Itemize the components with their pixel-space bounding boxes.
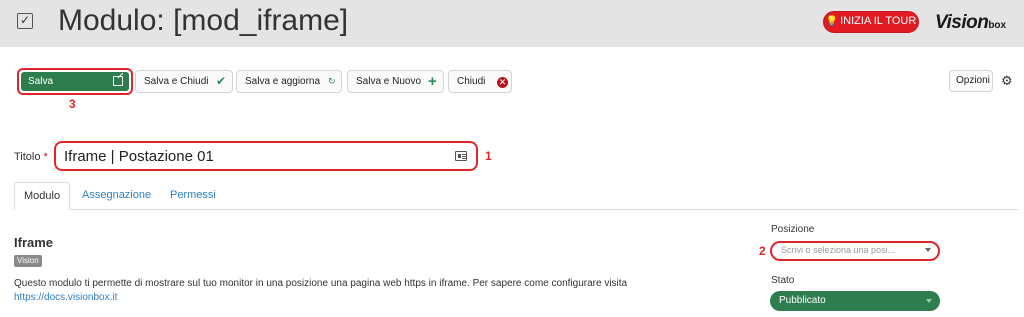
chevron-down-icon	[925, 248, 931, 252]
start-tour-button[interactable]: 💡 INIZIA IL TOUR	[823, 11, 919, 33]
module-description: Questo modulo ti permette di mostrare su…	[14, 278, 628, 289]
save-close-button[interactable]: Salva e Chiudi ✔	[135, 70, 233, 93]
state-select[interactable]: Pubblicato	[770, 291, 940, 311]
docs-link[interactable]: https://docs.visionbox.it	[14, 291, 117, 305]
title-label: Titolo *	[14, 151, 48, 163]
edit-icon	[113, 76, 123, 86]
state-label: Stato	[771, 275, 795, 286]
title-value: Iframe | Postazione 01	[64, 148, 214, 165]
save-highlight: Salva	[17, 68, 133, 95]
refresh-icon: ↻	[328, 76, 336, 86]
page-title: Modulo: [mod_iframe]	[58, 4, 349, 37]
brand-logo: Visionbox	[935, 12, 1007, 33]
check-icon: ✔	[216, 74, 227, 88]
position-select[interactable]: Scrivi o seleziona una posi...	[770, 241, 940, 261]
tab-modulo[interactable]: Modulo	[14, 182, 71, 210]
state-value: Pubblicato	[779, 295, 826, 306]
tab-assegnazione[interactable]: Assegnazione	[73, 182, 160, 210]
checkbox-icon: ✓	[17, 13, 33, 29]
vision-badge: Vision	[14, 255, 42, 267]
page-header: ✓ Modulo: [mod_iframe] 💡 INIZIA IL TOUR V…	[0, 0, 1024, 47]
save-new-button[interactable]: Salva e Nuovo +	[347, 70, 444, 93]
close-button[interactable]: Chiudi ✕	[448, 70, 512, 93]
save-label: Salva	[28, 76, 54, 87]
plus-icon: +	[428, 73, 437, 90]
options-button[interactable]: Opzioni	[949, 70, 993, 92]
save-new-label: Salva e Nuovo	[356, 76, 422, 87]
id-card-icon	[455, 151, 467, 161]
save-update-label: Salva e aggiorna	[245, 76, 321, 87]
save-update-button[interactable]: Salva e aggiorna ↻	[236, 70, 342, 93]
position-label: Posizione	[771, 224, 815, 235]
close-circle-icon: ✕	[497, 77, 508, 88]
position-placeholder: Scrivi o seleziona una posi...	[781, 245, 896, 255]
chevron-down-icon	[926, 299, 932, 303]
title-input[interactable]: Iframe | Postazione 01	[54, 141, 478, 171]
close-label: Chiudi	[457, 76, 486, 87]
lightbulb-icon: 💡	[825, 16, 839, 27]
module-heading: Iframe	[14, 235, 54, 250]
save-button[interactable]: Salva	[21, 72, 129, 91]
callout-1: 1	[485, 149, 492, 163]
callout-2: 2	[759, 244, 766, 258]
save-close-label: Salva e Chiudi	[144, 76, 209, 87]
callout-3: 3	[69, 97, 76, 111]
tour-label: INIZIA IL TOUR	[840, 15, 917, 27]
gear-icon[interactable]: ⚙	[1001, 73, 1013, 89]
tab-permessi[interactable]: Permessi	[161, 182, 225, 210]
